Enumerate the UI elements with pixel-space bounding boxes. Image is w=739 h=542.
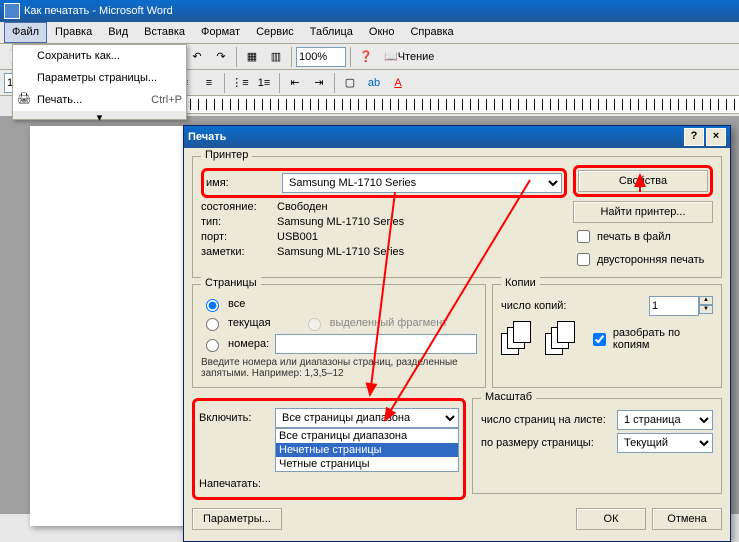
pages-all-radio[interactable] <box>206 299 219 312</box>
type-label: тип: <box>201 216 271 228</box>
menu-insert[interactable]: Вставка <box>136 22 193 43</box>
copies-input[interactable] <box>649 296 699 316</box>
notes-label: заметки: <box>201 246 271 258</box>
pages-numbers-input[interactable] <box>275 334 477 354</box>
font-color-icon[interactable]: A <box>387 72 409 94</box>
menu-expand-icon[interactable]: ▾ <box>13 111 186 119</box>
scale-group: Масштаб число страниц на листе:1 страниц… <box>472 398 722 494</box>
pages-numbers-radio[interactable] <box>206 339 219 352</box>
pages-selection-radio <box>308 318 321 331</box>
print-what-label: Напечатать: <box>199 478 269 490</box>
word-app-icon <box>4 3 20 19</box>
app-titlebar: Как печатать - Microsoft Word <box>0 0 739 22</box>
indent-dec-icon[interactable]: ⇤ <box>284 72 306 94</box>
menu-edit[interactable]: Правка <box>47 22 100 43</box>
menu-help[interactable]: Справка <box>402 22 461 43</box>
dialog-close-button[interactable]: × <box>706 128 726 146</box>
pages-all-label: все <box>228 298 245 310</box>
menu-save-as[interactable]: Сохранить как... <box>13 45 186 67</box>
include-select[interactable]: Все страницы диапазона <box>275 408 459 428</box>
print-to-file-label: печать в файл <box>597 231 671 243</box>
pages-legend: Страницы <box>201 277 261 289</box>
duplex-check[interactable] <box>577 253 590 266</box>
bullets-icon[interactable]: ⋮≡ <box>229 72 251 94</box>
help-icon[interactable]: ❓ <box>355 46 377 68</box>
dialog-titlebar: Печать ? × <box>184 126 730 148</box>
page-setup-icon <box>17 70 37 86</box>
indent-inc-icon[interactable]: ⇥ <box>308 72 330 94</box>
include-opt-odd[interactable]: Нечетные страницы <box>276 443 458 457</box>
border-icon[interactable]: ▢ <box>339 72 361 94</box>
table-icon[interactable]: ▦ <box>241 46 263 68</box>
menu-format[interactable]: Формат <box>193 22 248 43</box>
dialog-title: Печать <box>188 131 682 143</box>
find-printer-button[interactable]: Найти принтер... <box>573 201 713 223</box>
port-label: порт: <box>201 231 271 243</box>
include-label: Включить: <box>199 412 269 424</box>
port-value: USB001 <box>277 231 318 243</box>
menu-page-setup[interactable]: Параметры страницы... <box>13 67 186 89</box>
menu-print[interactable]: 🖨 Печать... Ctrl+P <box>13 89 186 111</box>
status-label: состояние: <box>201 201 271 213</box>
num-copies-label: число копий: <box>501 300 566 312</box>
print-menu-icon: 🖨 <box>17 92 37 108</box>
menu-file[interactable]: Файл <box>4 22 47 43</box>
undo-icon[interactable]: ↶ <box>186 46 208 68</box>
align-justify-icon[interactable]: ≡ <box>198 72 220 94</box>
print-to-file-check[interactable] <box>577 230 590 243</box>
pages-group: Страницы все текущая выделенный фрагмент… <box>192 284 486 388</box>
status-value: Свободен <box>277 201 328 213</box>
numbering-icon[interactable]: 1≡ <box>253 72 275 94</box>
pps-select[interactable]: 1 страница <box>617 410 713 430</box>
cancel-button[interactable]: Отмена <box>652 508 722 530</box>
file-dropdown: Сохранить как... Параметры страницы... 🖨… <box>12 44 187 120</box>
collate-preview <box>501 319 539 359</box>
pps-label: число страниц на листе: <box>481 414 611 426</box>
menu-window[interactable]: Окно <box>361 22 403 43</box>
menu-table[interactable]: Таблица <box>302 22 361 43</box>
properties-button[interactable]: Свойства <box>578 170 708 192</box>
include-listbox: Все страницы диапазона Нечетные страницы… <box>275 428 459 472</box>
pages-numbers-label: номера: <box>228 338 269 350</box>
collate-preview-2 <box>545 319 583 359</box>
collate-check[interactable] <box>593 333 606 346</box>
printer-group: Принтер имя: Samsung ML-1710 Series сост… <box>192 156 722 278</box>
pages-current-label: текущая <box>228 317 271 329</box>
reading-mode[interactable]: 📖 Чтение <box>379 46 439 68</box>
menu-view[interactable]: Вид <box>100 22 136 43</box>
columns-icon[interactable]: ▥ <box>265 46 287 68</box>
type-value: Samsung ML-1710 Series <box>277 216 404 228</box>
menubar: Файл Правка Вид Вставка Формат Сервис Та… <box>0 22 739 44</box>
pages-current-radio[interactable] <box>206 318 219 331</box>
include-opt-all[interactable]: Все страницы диапазона <box>276 429 458 443</box>
ok-button[interactable]: ОК <box>576 508 646 530</box>
app-title: Как печатать - Microsoft Word <box>24 5 173 17</box>
print-dialog: Печать ? × Принтер имя: Samsung ML-1710 … <box>183 125 731 542</box>
scale-to-label: по размеру страницы: <box>481 437 611 449</box>
duplex-label: двусторонняя печать <box>597 254 704 266</box>
copies-legend: Копии <box>501 277 540 289</box>
scale-select[interactable]: Текущий <box>617 433 713 453</box>
include-opt-even[interactable]: Четные страницы <box>276 457 458 471</box>
highlight-icon[interactable]: ab <box>363 72 385 94</box>
copies-up-icon[interactable]: ▲ <box>699 296 713 305</box>
scale-legend: Масштаб <box>481 391 536 403</box>
save-as-icon <box>17 48 37 64</box>
copies-group: Копии число копий: ▲▼ разобрать по копия… <box>492 284 722 388</box>
copies-down-icon[interactable]: ▼ <box>699 305 713 314</box>
menu-tools[interactable]: Сервис <box>248 22 302 43</box>
pages-selection-label: выделенный фрагмент <box>330 317 448 329</box>
parameters-button[interactable]: Параметры... <box>192 508 282 530</box>
redo-icon[interactable]: ↷ <box>210 46 232 68</box>
zoom-combo[interactable] <box>296 47 346 67</box>
printer-name-label: имя: <box>206 177 276 189</box>
dialog-help-button[interactable]: ? <box>684 128 704 146</box>
collate-label: разобрать по копиям <box>613 327 713 351</box>
printer-legend: Принтер <box>201 149 252 161</box>
notes-value: Samsung ML-1710 Series <box>277 246 404 258</box>
pages-hint: Введите номера или диапазоны страниц, ра… <box>201 357 477 379</box>
printer-select[interactable]: Samsung ML-1710 Series <box>282 173 562 193</box>
